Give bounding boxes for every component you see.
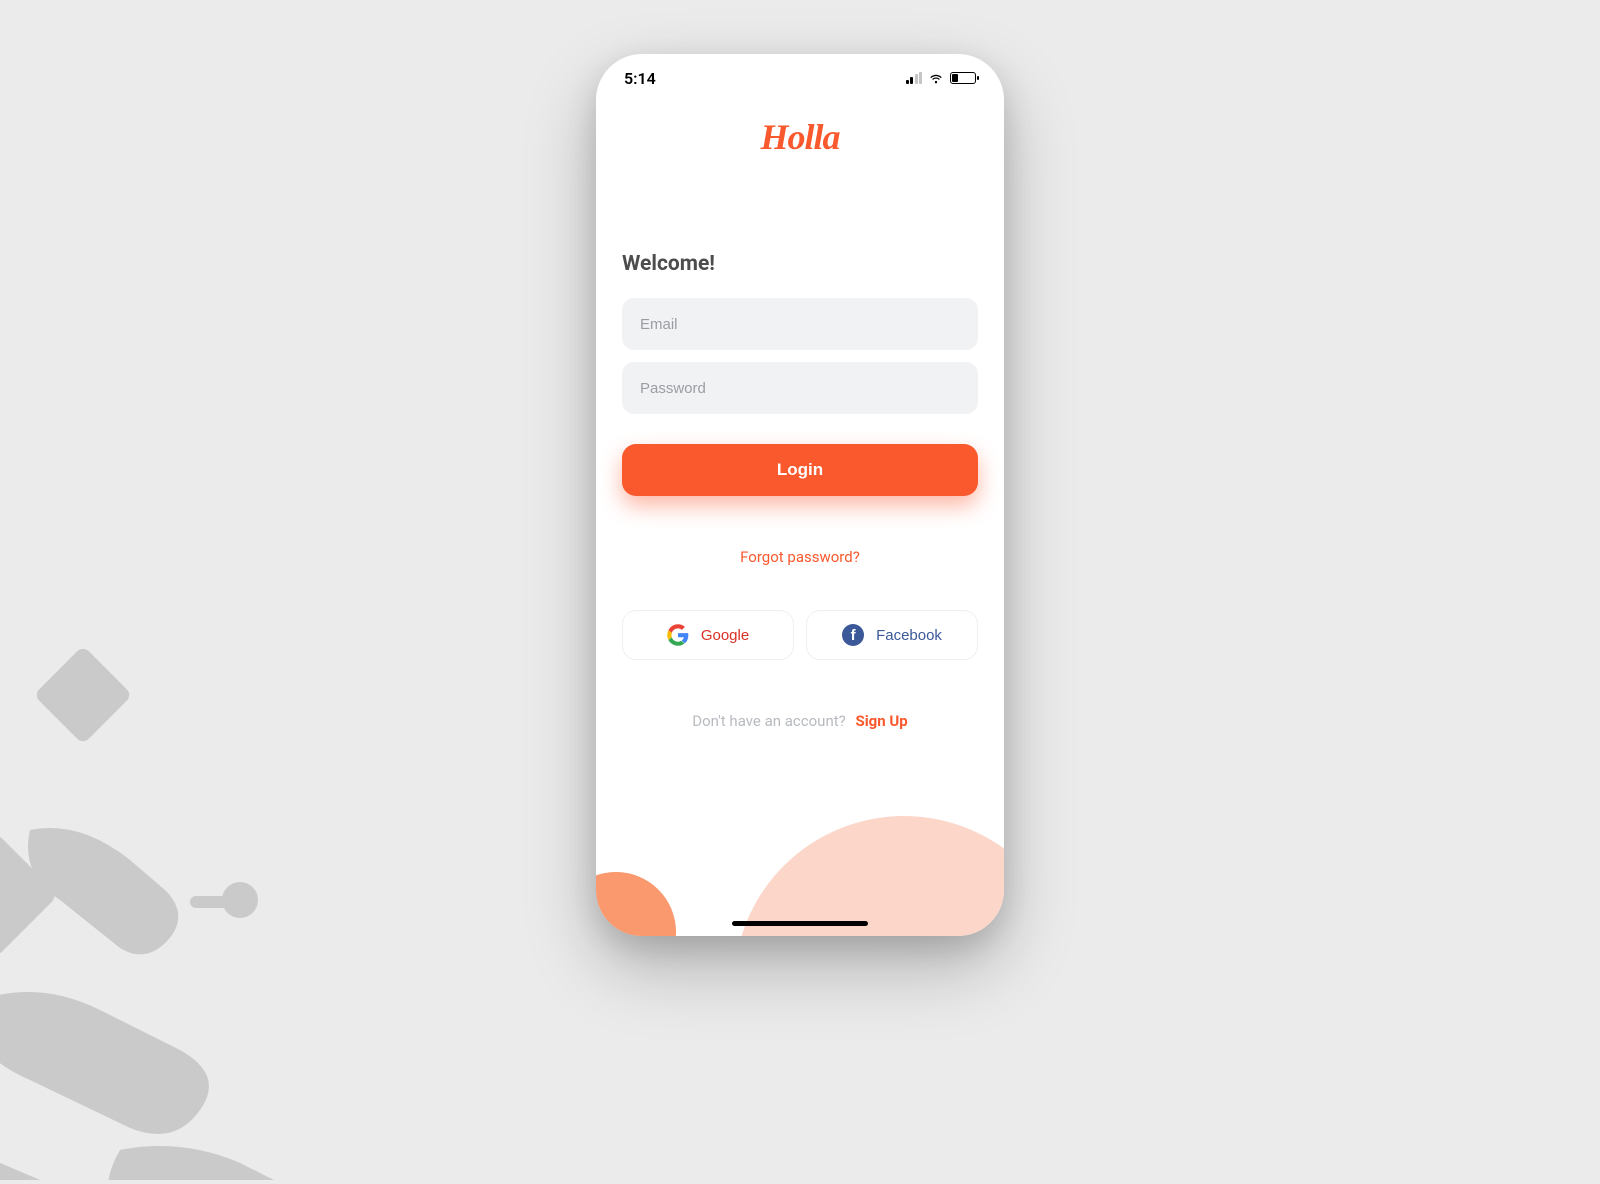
signal-icon bbox=[906, 72, 923, 84]
status-time: 5:14 bbox=[624, 69, 656, 88]
social-login-row: Google f Facebook bbox=[622, 610, 978, 660]
email-field[interactable] bbox=[622, 298, 978, 350]
login-form: Welcome! Login Forgot password? Google f… bbox=[596, 252, 1004, 730]
signup-row: Don't have an account? Sign Up bbox=[622, 712, 978, 730]
login-button[interactable]: Login bbox=[622, 444, 978, 496]
facebook-label: Facebook bbox=[876, 627, 942, 644]
battery-icon bbox=[950, 72, 976, 84]
background-decoration bbox=[0, 580, 380, 1180]
phone-frame: 5:14 Holla Welcome! Login Forgot passwor… bbox=[596, 54, 1004, 936]
google-icon bbox=[667, 624, 689, 646]
home-indicator bbox=[732, 921, 868, 926]
facebook-login-button[interactable]: f Facebook bbox=[806, 610, 978, 660]
status-icons bbox=[906, 70, 977, 86]
logo-text: Holla bbox=[760, 117, 839, 157]
google-login-button[interactable]: Google bbox=[622, 610, 794, 660]
app-logo: Holla bbox=[596, 116, 1004, 158]
page-title: Welcome! bbox=[622, 252, 978, 276]
google-label: Google bbox=[701, 627, 749, 644]
password-field[interactable] bbox=[622, 362, 978, 414]
facebook-icon: f bbox=[842, 624, 864, 646]
decor-blob-large bbox=[734, 816, 1004, 936]
wifi-icon bbox=[928, 70, 944, 86]
signup-link[interactable]: Sign Up bbox=[855, 712, 907, 730]
signup-prompt: Don't have an account? bbox=[692, 712, 845, 730]
status-bar: 5:14 bbox=[596, 54, 1004, 102]
decor-blob-small bbox=[596, 872, 676, 936]
forgot-password-link[interactable]: Forgot password? bbox=[622, 548, 978, 566]
